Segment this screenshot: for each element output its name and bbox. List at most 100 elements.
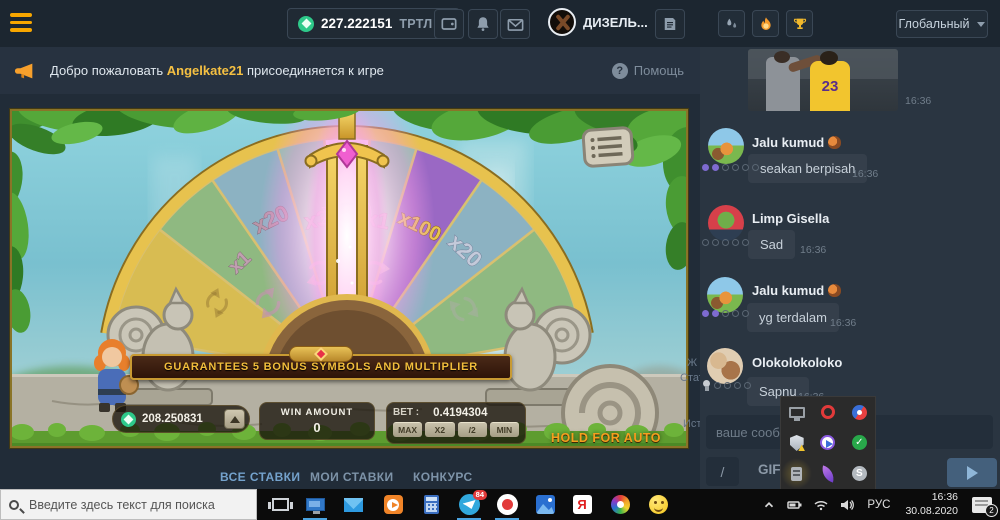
wallet-icon: [439, 14, 459, 34]
journal-button[interactable]: [655, 9, 685, 39]
media-player-icon: [384, 495, 403, 514]
tray-device-icon[interactable]: [781, 458, 812, 489]
journal-icon: [661, 15, 679, 33]
avatar[interactable]: [708, 205, 744, 241]
date: 30.08.2020: [905, 505, 958, 517]
tab-all-bets[interactable]: ВСЕ СТАВКИ: [220, 470, 300, 484]
chat-message: Sad: [748, 230, 795, 259]
tray-media-icon[interactable]: [812, 428, 843, 459]
slash-command-button[interactable]: /: [706, 457, 739, 486]
rank-dots: [702, 310, 749, 317]
tab-contest[interactable]: КОНКУРС: [413, 470, 473, 484]
chat-channel-select[interactable]: Глобальный: [896, 10, 988, 38]
side-label: Ист: [683, 418, 701, 430]
action-center-button[interactable]: 2: [968, 489, 996, 520]
bonus-banner: GUARANTEES 5 BONUS SYMBOLS AND MULTIPLIE…: [130, 354, 512, 380]
tray-overflow-popup: S: [780, 396, 876, 490]
battery-icon[interactable]: [784, 489, 806, 520]
system-tray: РУС 16:36 30.08.2020 2: [758, 489, 1000, 520]
turkey-emoji-icon: [828, 136, 841, 149]
bet-panel: BET : 0.4194304 MAX X2 /2 MIN: [386, 402, 526, 444]
bet-value: 0.4194304: [433, 407, 487, 419]
turkey-emoji-icon: [828, 284, 841, 297]
taskbar-app-media[interactable]: [376, 489, 410, 520]
chat-username[interactable]: Jalu kumud: [752, 283, 841, 298]
balance-value: 227.222151: [321, 16, 392, 31]
tray-sync-icon[interactable]: [844, 397, 875, 428]
paytable-stone-button[interactable]: [583, 127, 633, 166]
chat-username[interactable]: Jalu kumud: [752, 135, 841, 150]
tray-defender-icon[interactable]: [781, 428, 812, 459]
screen: 227.222151 ТРТЛ ДИЗЕЛЬ...: [0, 0, 1000, 520]
tray-feather-icon[interactable]: [812, 458, 843, 489]
avatar[interactable]: [708, 128, 744, 164]
wallet-button[interactable]: [434, 9, 464, 39]
tray-opera-icon[interactable]: [812, 397, 843, 428]
help-link[interactable]: Помощь: [612, 63, 684, 79]
bet-double-button[interactable]: X2: [425, 422, 454, 437]
taskbar-app-calculator[interactable]: [414, 489, 448, 520]
messages-button[interactable]: [500, 9, 530, 39]
notification-badge: 2: [985, 504, 998, 517]
volume-icon[interactable]: [836, 489, 858, 520]
taskbar-app-telegram[interactable]: 84: [452, 489, 486, 520]
notification-bar: Добро пожаловать Angelkate21 присоединяе…: [0, 47, 700, 94]
chat-username[interactable]: Limp Gisella: [752, 211, 829, 226]
game-art: x1 x20 x3 x50 x1 x100 x20: [12, 111, 688, 448]
search-input[interactable]: [27, 497, 227, 513]
fire-coin-icon: [758, 16, 774, 32]
notifications-button[interactable]: [468, 9, 498, 39]
mail-icon: [344, 498, 363, 512]
coin-icon: [298, 16, 314, 32]
rank-dots: [702, 380, 751, 391]
clock[interactable]: 16:36 30.08.2020: [899, 491, 964, 518]
chat-username[interactable]: Olokolokoloko: [752, 355, 842, 370]
taskbar-app-paint[interactable]: [603, 489, 637, 520]
notification-username: Angelkate21: [167, 63, 244, 78]
question-icon: [612, 63, 628, 79]
message-time: 16:36: [800, 244, 826, 256]
side-label: Ж: [687, 357, 697, 369]
tab-my-bets[interactable]: МОИ СТАВКИ: [310, 470, 394, 484]
tray-expand-button[interactable]: [758, 489, 780, 520]
taskbar-app-emoji[interactable]: [641, 489, 675, 520]
contest-button[interactable]: [786, 10, 813, 37]
envelope-icon: [506, 15, 525, 34]
chat-image-message[interactable]: 23: [748, 49, 898, 111]
taskbar-app-yandex[interactable]: Я: [565, 489, 599, 520]
bet-min-button[interactable]: MIN: [490, 422, 519, 437]
taskbar-app-photos[interactable]: [528, 489, 562, 520]
rank-dots: [702, 239, 749, 246]
bonus-fire-button[interactable]: [752, 10, 779, 37]
hold-for-auto-button[interactable]: HOLD FOR AUTO: [540, 431, 672, 445]
bets-tabs: ВСЕ СТАВКИ МОИ СТАВКИ КОНКУРС: [0, 458, 700, 490]
bet-half-button[interactable]: /2: [458, 422, 487, 437]
taskbar-search[interactable]: [0, 489, 257, 520]
taskbar-app-pc[interactable]: [298, 489, 332, 520]
yandex-icon: Я: [573, 495, 592, 514]
bet-max-button[interactable]: MAX: [393, 422, 422, 437]
gif-button[interactable]: GIF: [758, 462, 781, 477]
task-view-button[interactable]: [263, 489, 297, 520]
user-menu[interactable]: ДИЗЕЛЬ...: [548, 8, 665, 36]
chevron-down-icon: [977, 22, 985, 27]
rain-button[interactable]: [718, 10, 745, 37]
rain-drops-icon: [724, 16, 740, 32]
taskbar-app-mail[interactable]: [336, 489, 370, 520]
hamburger-menu-icon[interactable]: [10, 13, 34, 34]
bell-icon: [474, 15, 492, 33]
avatar[interactable]: [707, 277, 743, 313]
tray-antivirus-icon[interactable]: [844, 428, 875, 459]
rank-badge-icon: [702, 380, 711, 391]
avatar[interactable]: [707, 348, 743, 384]
language-indicator[interactable]: РУС: [862, 499, 895, 511]
send-button[interactable]: [947, 458, 997, 487]
game-frame: x1 x20 x3 x50 x1 x100 x20: [10, 109, 688, 448]
wifi-icon[interactable]: [810, 489, 832, 520]
tray-skype-icon[interactable]: S: [844, 458, 875, 489]
calculator-icon: [424, 495, 439, 514]
taskbar-app-yandex-browser[interactable]: [490, 489, 524, 520]
deposit-arrow-button[interactable]: [224, 409, 245, 429]
photos-icon: [536, 495, 555, 514]
tray-monitor-icon[interactable]: [781, 397, 812, 428]
